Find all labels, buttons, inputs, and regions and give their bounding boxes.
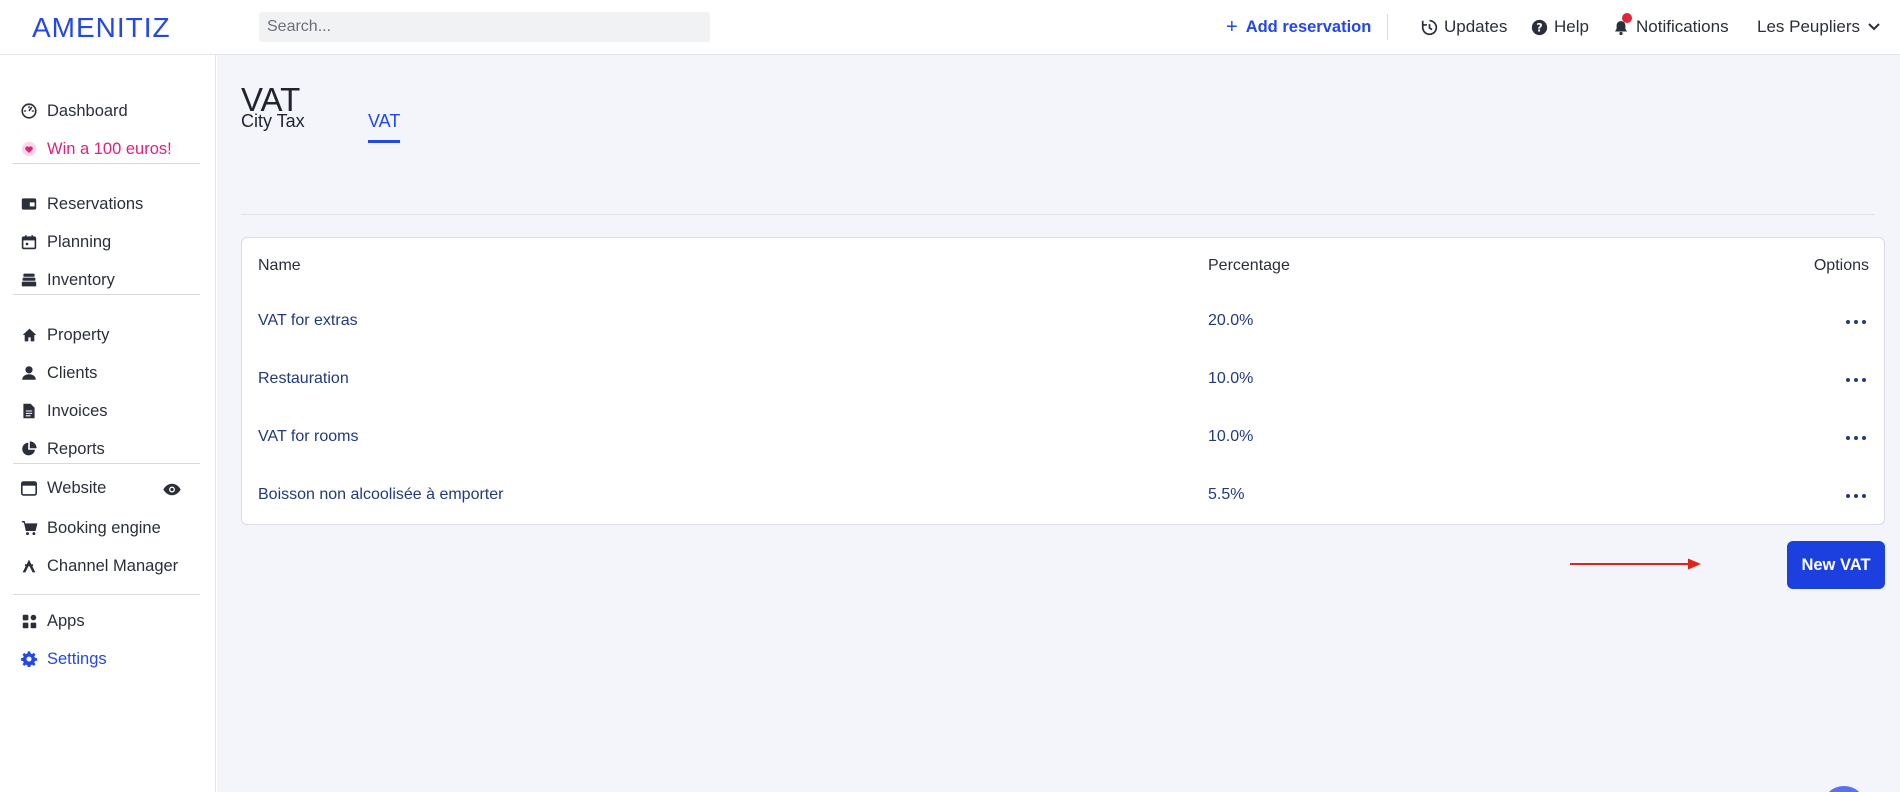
table-row: VAT for rooms 10.0% bbox=[242, 420, 1884, 456]
vat-name-link[interactable]: Boisson non alcoolisée à emporter bbox=[258, 486, 503, 504]
sidebar-item-label: Settings bbox=[47, 649, 107, 668]
more-options-icon[interactable] bbox=[1846, 370, 1866, 390]
vat-percentage: 5.5% bbox=[1208, 486, 1245, 503]
bell-icon bbox=[1612, 13, 1632, 36]
vat-name-link[interactable]: VAT for extras bbox=[258, 312, 358, 330]
more-options-icon[interactable] bbox=[1846, 486, 1866, 506]
sidebar-item-apps[interactable]: Apps bbox=[20, 607, 85, 635]
sidebar-item-promo[interactable]: Win a 100 euros! bbox=[20, 135, 172, 163]
sidebar-divider bbox=[13, 163, 200, 164]
sidebar-item-property[interactable]: Property bbox=[20, 321, 109, 349]
table-row: Boisson non alcoolisée à emporter 5.5% bbox=[242, 478, 1884, 514]
reservations-icon bbox=[20, 195, 38, 213]
tabs-underline bbox=[241, 214, 1875, 215]
table-row: Restauration 10.0% bbox=[242, 362, 1884, 398]
pie-chart-icon bbox=[20, 440, 38, 458]
tab-vat[interactable]: VAT bbox=[368, 111, 401, 143]
sidebar-item-reservations[interactable]: Reservations bbox=[20, 190, 143, 218]
browser-icon bbox=[20, 479, 38, 497]
sidebar-item-label: Website bbox=[47, 478, 107, 497]
file-icon bbox=[20, 402, 38, 420]
gear-icon bbox=[20, 650, 38, 668]
cart-icon bbox=[20, 519, 38, 537]
property-name: Les Peupliers bbox=[1757, 17, 1861, 36]
channel-icon bbox=[20, 557, 38, 575]
sidebar-item-dashboard[interactable]: Dashboard bbox=[20, 97, 128, 125]
apps-icon bbox=[20, 612, 38, 630]
property-switcher[interactable]: Les Peupliers bbox=[1757, 0, 1880, 54]
updates-button[interactable]: Updates bbox=[1420, 0, 1507, 54]
sidebar-divider bbox=[13, 594, 200, 595]
sidebar-item-inventory[interactable]: Inventory bbox=[20, 266, 115, 294]
notifications-label: Notifications bbox=[1636, 17, 1729, 36]
sidebar: Dashboard Win a 100 euros! Reservations … bbox=[0, 55, 216, 792]
sidebar-item-clients[interactable]: Clients bbox=[20, 359, 97, 387]
home-icon bbox=[20, 326, 38, 344]
vat-name-link[interactable]: Restauration bbox=[258, 370, 349, 388]
add-reservation-button[interactable]: + Add reservation bbox=[1226, 0, 1371, 54]
sidebar-item-booking-engine[interactable]: Booking engine bbox=[20, 514, 161, 542]
add-reservation-label: Add reservation bbox=[1245, 17, 1372, 36]
chevron-down-icon bbox=[1868, 23, 1880, 31]
help-button[interactable]: ? Help bbox=[1530, 0, 1589, 54]
sidebar-item-label: Planning bbox=[47, 232, 112, 251]
more-options-icon[interactable] bbox=[1846, 312, 1866, 332]
svg-text:?: ? bbox=[1536, 21, 1542, 34]
main-content: VAT City Tax VAT Name Percentage Options… bbox=[217, 55, 1900, 792]
vat-percentage: 10.0% bbox=[1208, 370, 1254, 387]
sidebar-item-label: Inventory bbox=[47, 270, 115, 289]
vat-table: Name Percentage Options VAT for extras 2… bbox=[241, 237, 1885, 525]
more-options-icon[interactable] bbox=[1846, 428, 1866, 448]
notifications-button[interactable]: Notifications bbox=[1612, 0, 1729, 54]
annotation-arrow bbox=[1570, 558, 1701, 570]
history-icon bbox=[1420, 18, 1438, 36]
new-vat-button[interactable]: New VAT bbox=[1787, 541, 1885, 589]
column-header-options: Options bbox=[1813, 257, 1869, 274]
heart-icon bbox=[20, 140, 38, 158]
eye-icon[interactable] bbox=[163, 483, 183, 497]
sidebar-item-reports[interactable]: Reports bbox=[20, 435, 105, 463]
sidebar-item-settings[interactable]: Settings bbox=[20, 645, 107, 673]
sidebar-item-label: Invoices bbox=[47, 401, 108, 420]
amenitiz-logo[interactable]: AMENITIZ bbox=[32, 12, 171, 44]
vat-name-link[interactable]: VAT for rooms bbox=[258, 428, 358, 446]
top-bar: AMENITIZ + Add reservation Updates ? Hel… bbox=[0, 0, 1900, 55]
sidebar-item-label: Booking engine bbox=[47, 518, 161, 537]
vat-percentage: 20.0% bbox=[1208, 312, 1254, 329]
inventory-icon bbox=[20, 271, 38, 289]
search-input[interactable] bbox=[259, 12, 710, 42]
sidebar-item-label: Win a 100 euros! bbox=[47, 139, 172, 158]
notification-badge bbox=[1622, 13, 1632, 23]
dashboard-icon bbox=[20, 102, 38, 120]
sidebar-item-label: Dashboard bbox=[47, 101, 128, 120]
updates-label: Updates bbox=[1444, 17, 1508, 36]
plus-icon: + bbox=[1226, 15, 1238, 38]
table-row: VAT for extras 20.0% bbox=[242, 304, 1884, 340]
user-icon bbox=[20, 364, 38, 382]
sidebar-item-label: Reservations bbox=[47, 194, 144, 213]
column-header-percentage: Percentage bbox=[1208, 257, 1290, 274]
sidebar-item-label: Property bbox=[47, 325, 110, 344]
sidebar-item-label: Apps bbox=[47, 611, 85, 630]
sidebar-item-label: Reports bbox=[47, 439, 105, 458]
topbar-divider bbox=[1387, 14, 1388, 40]
sidebar-item-planning[interactable]: Planning bbox=[20, 228, 111, 256]
question-circle-icon: ? bbox=[1530, 18, 1548, 36]
sidebar-divider bbox=[13, 463, 200, 464]
tab-city-tax[interactable]: City Tax bbox=[241, 111, 305, 140]
sidebar-item-channel-manager[interactable]: Channel Manager bbox=[20, 552, 178, 580]
vat-percentage: 10.0% bbox=[1208, 428, 1254, 445]
sidebar-item-label: Clients bbox=[47, 363, 98, 382]
sidebar-item-invoices[interactable]: Invoices bbox=[20, 397, 108, 425]
sidebar-divider bbox=[13, 294, 200, 295]
help-label: Help bbox=[1554, 17, 1589, 36]
calendar-icon bbox=[20, 233, 38, 251]
sidebar-item-label: Channel Manager bbox=[47, 556, 179, 575]
sidebar-item-website[interactable]: Website bbox=[20, 474, 106, 502]
column-header-name: Name bbox=[258, 257, 301, 274]
